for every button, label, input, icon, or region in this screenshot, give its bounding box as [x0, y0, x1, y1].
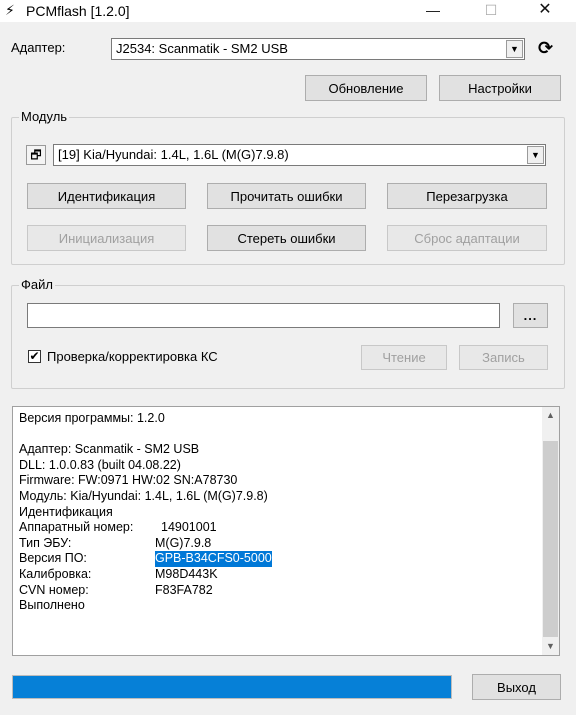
log-line-key: Адаптер: Scanmatik - SM2 USB: [19, 442, 200, 457]
log-line-key: Модуль: Kia/Hyundai: 1.4L, 1.6L (M(G)7.9…: [19, 488, 268, 503]
log-line: Модуль: Kia/Hyundai: 1.4L, 1.6L (M(G)7.9…: [19, 489, 539, 505]
progress-fill: [13, 676, 451, 698]
log-scrollbar[interactable]: ▲ ▼: [542, 407, 559, 655]
lightning-icon: ⚡: [5, 2, 15, 18]
title-bar: ⚡ PCMflash [1.2.0] — ☐ ✕: [0, 0, 576, 22]
reset-adaptation-button[interactable]: Сброс адаптации: [387, 225, 547, 251]
refresh-icon[interactable]: ⟳: [538, 38, 553, 58]
log-line: Выполнено: [19, 598, 539, 614]
log-line: CVN номер: F83FA782: [19, 583, 539, 599]
log-line-value: 14901001: [161, 520, 217, 535]
log-line: Аппаратный номер: 14901001: [19, 520, 539, 536]
file-group: [11, 285, 565, 389]
log-line-key: Тип ЭБУ:: [19, 535, 72, 550]
reboot-button[interactable]: Перезагрузка: [387, 183, 547, 209]
log-line: Калибровка: M98D443K: [19, 567, 539, 583]
checksum-label: Проверка/корректировка КС: [47, 349, 218, 364]
log-line-key: CVN номер:: [19, 582, 89, 597]
chevron-down-icon[interactable]: ▼: [506, 40, 523, 58]
scroll-up-icon[interactable]: ▲: [542, 407, 559, 424]
log-line-value: M98D443K: [155, 566, 218, 581]
adapter-select-value: J2534: Scanmatik - SM2 USB: [116, 41, 288, 56]
log-line-key: Версия программы: 1.2.0: [19, 411, 165, 425]
log-line-key: DLL: 1.0.0.83 (built 04.08.22): [19, 457, 181, 472]
read-button[interactable]: Чтение: [361, 345, 447, 370]
progress-bar: [12, 675, 452, 699]
browse-button[interactable]: ...: [513, 303, 548, 328]
file-path-input[interactable]: [27, 303, 500, 328]
log-line: Идентификация: [19, 505, 539, 521]
log-line-key: Версия ПО:: [19, 551, 87, 566]
maximize-button[interactable]: ☐: [468, 0, 514, 22]
log-line: Версия программы: 1.2.0: [19, 411, 539, 427]
module-group-title: Модуль: [19, 109, 70, 124]
log-line-key: Выполнено: [19, 598, 85, 613]
log-line: Тип ЭБУ: M(G)7.9.8: [19, 536, 539, 552]
adapter-label: Адаптер:: [11, 40, 66, 55]
log-line-key: Аппаратный номер:: [19, 520, 134, 535]
log-lines: Версия программы: 1.2.0 Адаптер: Scanmati…: [19, 411, 539, 614]
module-select[interactable]: [19] Kia/Hyundai: 1.4L, 1.6L (M(G)7.9.8)…: [53, 144, 546, 166]
read-errors-button[interactable]: Прочитать ошибки: [207, 183, 366, 209]
windows-icon[interactable]: 🗗: [26, 145, 46, 165]
log-line: Firmware: FW:0971 HW:02 SN:A78730: [19, 473, 539, 489]
checksum-checkbox[interactable]: ✔: [28, 350, 41, 363]
minimize-button[interactable]: —: [410, 0, 456, 22]
log-line-key: Идентификация: [19, 504, 113, 519]
write-button[interactable]: Запись: [459, 345, 548, 370]
chevron-down-icon[interactable]: ▼: [527, 146, 544, 164]
log-line-value: F83FA782: [155, 582, 213, 597]
close-button[interactable]: ✕: [522, 0, 568, 22]
log-line: Версия ПО: GPB-B34CFS0-5000: [19, 551, 539, 567]
log-textarea[interactable]: Версия программы: 1.2.0 Адаптер: Scanmati…: [12, 406, 560, 656]
log-line-value: M(G)7.9.8: [155, 535, 212, 550]
log-line-key: Калибровка:: [19, 566, 92, 581]
init-button[interactable]: Инициализация: [27, 225, 186, 251]
clear-errors-button[interactable]: Стереть ошибки: [207, 225, 366, 251]
file-group-title: Файл: [19, 277, 55, 292]
log-line: DLL: 1.0.0.83 (built 04.08.22): [19, 458, 539, 474]
log-line-value-selected: GPB-B34CFS0-5000: [155, 551, 272, 567]
scroll-thumb[interactable]: [543, 441, 558, 637]
window-title: PCMflash [1.2.0]: [26, 3, 130, 19]
exit-button[interactable]: Выход: [472, 674, 561, 700]
refresh-button[interactable]: Обновление: [305, 75, 427, 101]
adapter-select[interactable]: J2534: Scanmatik - SM2 USB ▼: [111, 38, 525, 60]
scroll-down-icon[interactable]: ▼: [542, 638, 559, 655]
module-select-value: [19] Kia/Hyundai: 1.4L, 1.6L (M(G)7.9.8): [58, 147, 289, 162]
settings-button[interactable]: Настройки: [439, 75, 561, 101]
identify-button[interactable]: Идентификация: [27, 183, 186, 209]
log-line-key: Firmware: FW:0971 HW:02 SN:A78730: [19, 473, 238, 488]
log-line: Адаптер: Scanmatik - SM2 USB: [19, 442, 539, 458]
